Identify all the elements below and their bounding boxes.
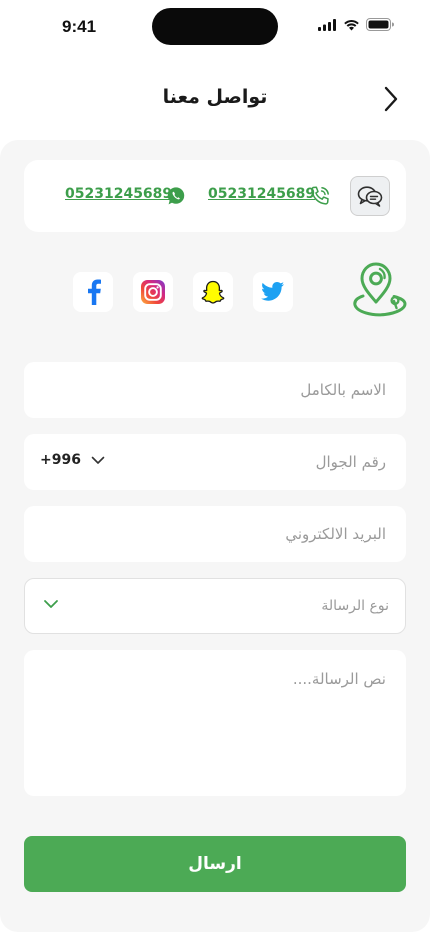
cellular-signal-icon [318,18,336,31]
instagram-button[interactable] [133,272,173,312]
message-type-select[interactable]: نوع الرسالة [24,578,406,634]
status-time: 9:41 [62,17,97,36]
country-code-value: +996 [40,452,81,468]
submit-button[interactable]: ارسال [24,836,406,892]
mobile-field: +996 [24,434,406,490]
snapchat-button[interactable] [193,272,233,312]
status-icons [318,18,394,31]
chat-bubbles-icon[interactable] [350,176,390,216]
chevron-right-icon [384,86,398,112]
page-header: تواصل معنا [0,54,430,140]
email-input[interactable] [24,506,406,562]
battery-icon [366,18,394,31]
phone-number-link[interactable]: 05231245689 [208,186,315,202]
facebook-icon [88,279,101,305]
full-name-field [24,362,406,418]
full-name-input[interactable] [24,362,406,418]
content-area: 05231245689 05231245689 الاسم بالكامل رق… [0,140,430,932]
back-button[interactable] [378,84,404,114]
dynamic-island [152,8,278,45]
status-bar: 9:41 [0,0,430,54]
chevron-down-icon [44,600,58,608]
twitter-icon [261,282,284,301]
email-field [24,506,406,562]
contact-card: 05231245689 05231245689 [24,160,406,232]
message-textarea[interactable] [24,650,406,796]
chevron-down-icon [91,456,105,464]
social-links [0,272,430,312]
whatsapp-number-link[interactable]: 05231245689 [65,186,172,202]
snapchat-icon [201,280,225,304]
wifi-icon [344,19,359,30]
page-title: تواصل معنا [162,86,268,108]
country-code-select[interactable]: +996 [40,452,105,468]
twitter-button[interactable] [253,272,293,312]
facebook-button[interactable] [73,272,113,312]
message-field [24,650,406,796]
message-type-placeholder: نوع الرسالة [321,598,389,614]
instagram-icon [141,280,165,304]
